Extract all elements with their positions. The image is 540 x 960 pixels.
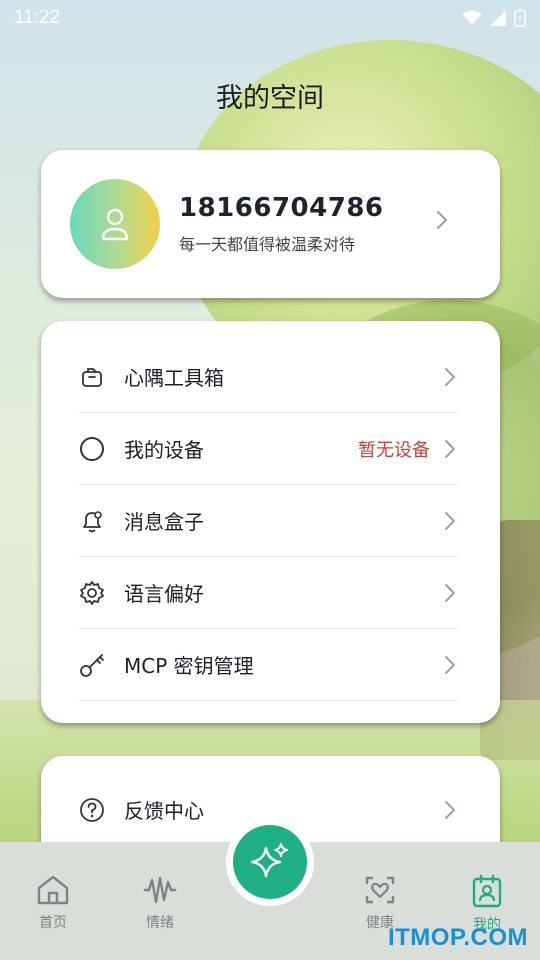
menu-item-label: 语言偏好 [124, 582, 204, 606]
chevron-right-icon [445, 584, 455, 602]
menu-item-label: 消息盒子 [124, 510, 204, 534]
chevron-right-icon [445, 440, 455, 458]
chevron-right-icon [445, 368, 455, 386]
page-title: 我的空间 [216, 83, 324, 114]
signal-icon [490, 10, 506, 26]
profile-badge-icon [472, 874, 502, 908]
user-icon [101, 208, 129, 241]
profile-card[interactable]: 18166704786 每一天都值得被温柔对待 [41, 150, 500, 298]
tab-mood[interactable]: 情绪 [130, 874, 190, 932]
circle-icon [79, 436, 105, 462]
battery-icon [514, 9, 526, 27]
tab-label: 情绪 [146, 915, 174, 931]
menu-item-label: MCP 密钥管理 [124, 654, 254, 678]
watermark: ITMOP.COM [387, 924, 528, 951]
toolbox-icon [79, 364, 105, 390]
heart-frame-icon [365, 876, 395, 904]
gear-icon [79, 580, 105, 606]
menu-item-label: 我的设备 [124, 438, 204, 462]
avatar[interactable] [70, 179, 160, 269]
tab-home[interactable]: 首页 [23, 874, 83, 932]
wifi-icon [462, 10, 482, 25]
menu-item-messages[interactable]: 消息盒子 [79, 485, 460, 557]
profile-motto: 每一天都值得被温柔对待 [179, 235, 356, 254]
chevron-right-icon [445, 512, 455, 530]
key-icon [79, 652, 105, 678]
help-icon [79, 797, 105, 823]
profile-info: 18166704786 每一天都值得被温柔对待 [179, 193, 384, 255]
sparkle-icon [250, 843, 288, 878]
chevron-right-icon[interactable] [436, 210, 448, 230]
ai-assistant-button[interactable] [233, 825, 307, 899]
menu-item-label: 反馈中心 [124, 799, 204, 823]
menu-item-mcp-keys[interactable]: MCP 密钥管理 [79, 629, 460, 701]
chevron-right-icon [445, 801, 455, 819]
home-icon [37, 875, 69, 905]
menu-card: 心隅工具箱 我的设备 暂无设备 消息盒子 语言偏好 MCP 密钥管理 [41, 321, 500, 723]
menu-item-devices[interactable]: 我的设备 暂无设备 [79, 413, 460, 485]
menu-item-label: 心隅工具箱 [124, 366, 224, 390]
status-bar: 11:22 [0, 0, 540, 36]
menu-item-toolbox[interactable]: 心隅工具箱 [79, 341, 460, 413]
menu-item-language[interactable]: 语言偏好 [79, 557, 460, 629]
chevron-right-icon [445, 656, 455, 674]
bell-icon [79, 508, 105, 534]
profile-phone: 18166704786 [179, 193, 384, 223]
status-time: 11:22 [14, 7, 61, 28]
wave-icon [143, 876, 177, 904]
tab-label: 首页 [39, 915, 67, 931]
status-icons [462, 9, 526, 27]
device-status-text: 暂无设备 [358, 439, 430, 461]
